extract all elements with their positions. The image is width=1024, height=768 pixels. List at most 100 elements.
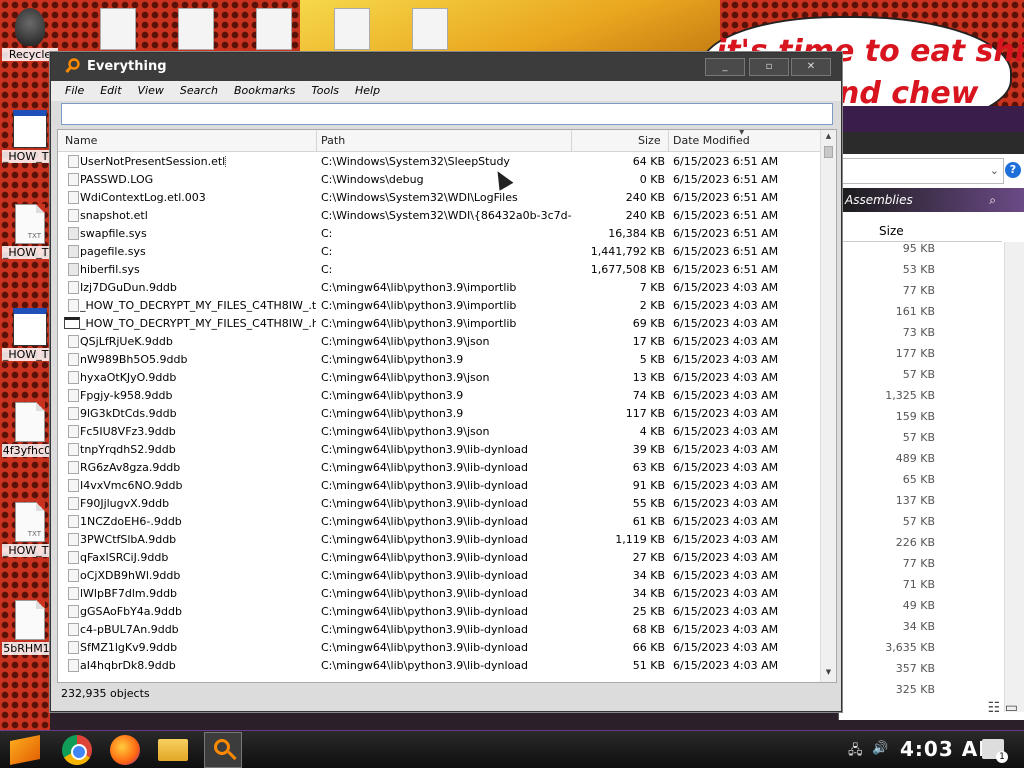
file-icon bbox=[68, 497, 79, 510]
table-row[interactable]: pagefile.sys C: 1,441,792 KB 6/15/2023 6:51… bbox=[58, 243, 820, 261]
table-row[interactable]: _HOW_TO_DECRYPT_MY_FILES_C4TH8IW_.hta C:\… bbox=[58, 315, 820, 333]
desktop-file-icon[interactable] bbox=[100, 8, 136, 50]
column-divider[interactable] bbox=[316, 130, 317, 152]
table-row[interactable]: WdiContextLog.etl.003 C:\Windows\System32… bbox=[58, 189, 820, 207]
table-row[interactable]: _HOW_TO_DECRYPT_MY_FILES_C4TH8IW_.txt C:\… bbox=[58, 297, 820, 315]
title-bar[interactable]: Everything _ ▫ ✕ bbox=[51, 53, 841, 81]
menu-help[interactable]: Help bbox=[347, 81, 388, 97]
view-toggle-icons[interactable]: ☷ ▭ bbox=[988, 700, 1018, 716]
text-file-icon: TXT bbox=[15, 204, 45, 244]
table-row[interactable]: 9lG3kDtCds.9ddb C:\mingw64\lib\python3.9 1… bbox=[58, 405, 820, 423]
table-row[interactable]: QSjLfRjUeK.9ddb C:\mingw64\lib\python3.9\… bbox=[58, 333, 820, 351]
table-row[interactable]: hiberfil.sys C: 1,677,508 KB 6/15/2023 6:51… bbox=[58, 261, 820, 279]
desktop-file-icon[interactable] bbox=[178, 8, 214, 50]
menu-search[interactable]: Search bbox=[172, 81, 226, 97]
table-row[interactable]: snapshot.etl C:\Windows\System32\WDI\{864… bbox=[58, 207, 820, 225]
menu-tools[interactable]: Tools bbox=[303, 81, 347, 97]
table-row[interactable]: 3PWCtfSlbA.9ddb C:\mingw64\lib\python3.9\… bbox=[58, 531, 820, 549]
volume-icon[interactable]: 🔊 bbox=[872, 741, 888, 756]
file-explorer-icon[interactable] bbox=[158, 739, 188, 761]
file-icon bbox=[68, 281, 79, 294]
cell-date-text: 6/15/2023 6:51 AM bbox=[673, 263, 779, 276]
column-divider[interactable] bbox=[668, 130, 669, 152]
menu-view[interactable]: View bbox=[130, 81, 172, 97]
table-row[interactable]: nW989Bh5O5.9ddb C:\mingw64\lib\python3.9 5… bbox=[58, 351, 820, 369]
maximize-button[interactable]: ▫ bbox=[749, 58, 789, 76]
cell-path: C:\mingw64\lib\python3.9\lib-dynload bbox=[321, 605, 571, 618]
table-row[interactable]: swapfile.sys C: 16,384 KB 6/15/2023 6:51 AM bbox=[58, 225, 820, 243]
cell-date-text: 6/15/2023 4:03 AM bbox=[673, 371, 779, 384]
cell-date: 6/15/2023 4:03 AM bbox=[673, 623, 813, 636]
table-row[interactable]: qFaxISRCiJ.9ddb C:\mingw64\lib\python3.9\… bbox=[58, 549, 820, 567]
firefox-icon[interactable] bbox=[110, 735, 140, 765]
desktop-file-icon[interactable] bbox=[256, 8, 292, 50]
column-divider[interactable] bbox=[571, 130, 572, 152]
cell-name: _HOW_TO_DECRYPT_MY_FILES_C4TH8IW_.txt bbox=[80, 299, 316, 312]
table-row[interactable]: 1NCZdoEH6-.9ddb C:\mingw64\lib\python3.9\… bbox=[58, 513, 820, 531]
table-row[interactable]: I4vxVmc6NO.9ddb C:\mingw64\lib\python3.9\… bbox=[58, 477, 820, 495]
menu-edit[interactable]: Edit bbox=[92, 81, 129, 97]
chevron-down-icon[interactable]: ⌄ bbox=[990, 164, 999, 177]
cell-name-text: SfMZ1lgKv9.9ddb bbox=[80, 641, 178, 654]
assemblies-tab[interactable]: Assemblies ⌕ bbox=[839, 188, 1024, 212]
everything-taskbar-button[interactable] bbox=[204, 732, 242, 768]
cell-date: 6/15/2023 4:03 AM bbox=[673, 569, 813, 582]
menu-file[interactable]: File bbox=[57, 81, 92, 97]
cell-date: 6/15/2023 4:03 AM bbox=[673, 371, 813, 384]
search-input[interactable] bbox=[61, 103, 833, 125]
address-bar[interactable]: ⌄ bbox=[839, 158, 1004, 184]
table-row[interactable]: SfMZ1lgKv9.9ddb C:\mingw64\lib\python3.9\… bbox=[58, 639, 820, 657]
minimize-button[interactable]: _ bbox=[705, 58, 745, 76]
background-explorer-window[interactable]: ⌄ ? Assemblies ⌕ Size 95 KB 53 KB 77 KB 161… bbox=[838, 132, 1024, 720]
everything-window[interactable]: Everything _ ▫ ✕ File Edit View Search Bookm… bbox=[50, 52, 842, 712]
table-row[interactable]: UserNotPresentSession.etl C:\Windows\Syst… bbox=[58, 153, 820, 171]
table-row[interactable]: F90JjlugvX.9ddb C:\mingw64\lib\python3.9\… bbox=[58, 495, 820, 513]
table-row[interactable]: RG6zAv8gza.9ddb C:\mingw64\lib\python3.9\… bbox=[58, 459, 820, 477]
hta-file-icon bbox=[13, 110, 47, 148]
cell-name: I4vxVmc6NO.9ddb bbox=[80, 479, 316, 492]
scrollbar[interactable] bbox=[1004, 242, 1024, 712]
table-row[interactable]: Fc5IU8VFz3.9ddb C:\mingw64\lib\python3.9\… bbox=[58, 423, 820, 441]
chrome-icon[interactable] bbox=[62, 735, 92, 765]
table-row[interactable]: Fpgjy-k958.9ddb C:\mingw64\lib\python3.9 7… bbox=[58, 387, 820, 405]
close-button[interactable]: ✕ bbox=[791, 58, 831, 76]
cell-path-text: C:\mingw64\lib\python3.9\importlib bbox=[321, 281, 517, 294]
column-header-size[interactable]: Size bbox=[638, 134, 661, 147]
table-row[interactable]: PASSWD.LOG C:\Windows\debug 0 KB 6/15/2023 … bbox=[58, 171, 820, 189]
cell-date: 6/15/2023 6:51 AM bbox=[673, 245, 813, 258]
table-row[interactable]: oCjXDB9hWl.9ddb C:\mingw64\lib\python3.9\… bbox=[58, 567, 820, 585]
menu-bookmarks[interactable]: Bookmarks bbox=[226, 81, 303, 97]
desktop-file-icon[interactable] bbox=[412, 8, 448, 50]
cell-name: hiberfil.sys bbox=[80, 263, 316, 276]
vertical-scrollbar[interactable]: ▲ ▼ bbox=[820, 130, 836, 682]
column-header-name[interactable]: Name bbox=[65, 134, 97, 147]
desktop-file-icon[interactable] bbox=[334, 8, 370, 50]
table-row[interactable]: lWlpBF7dlm.9ddb C:\mingw64\lib\python3.9\… bbox=[58, 585, 820, 603]
table-row[interactable]: tnpYrqdhS2.9ddb C:\mingw64\lib\python3.9\… bbox=[58, 441, 820, 459]
help-icon[interactable]: ? bbox=[1005, 162, 1021, 178]
cell-size: 39 KB bbox=[571, 443, 665, 456]
table-row[interactable]: hyxaOtKJyO.9ddb C:\mingw64\lib\python3.9\… bbox=[58, 369, 820, 387]
scroll-thumb[interactable] bbox=[824, 146, 833, 158]
size-value: 226 KB bbox=[895, 536, 935, 549]
search-icon[interactable]: ⌕ bbox=[989, 193, 996, 208]
cell-date: 6/15/2023 4:03 AM bbox=[673, 641, 813, 654]
cell-name: 3PWCtfSlbA.9ddb bbox=[80, 533, 316, 546]
cell-name-text: lWlpBF7dlm.9ddb bbox=[80, 587, 178, 600]
network-icon[interactable]: 🖧 bbox=[848, 741, 863, 763]
start-button[interactable] bbox=[10, 735, 40, 765]
cell-date: 6/15/2023 6:51 AM bbox=[673, 191, 813, 204]
results-list[interactable]: Name Path Size Date Modified ▼ UserNotPr… bbox=[57, 129, 837, 683]
table-row[interactable]: c4-pBUL7An.9ddb C:\mingw64\lib\python3.9\… bbox=[58, 621, 820, 639]
column-header-path[interactable]: Path bbox=[321, 134, 345, 147]
table-row[interactable]: aI4hqbrDk8.9ddb C:\mingw64\lib\python3.9\… bbox=[58, 657, 820, 675]
scroll-down-icon[interactable]: ▼ bbox=[823, 668, 834, 680]
table-row[interactable]: gGSAoFbY4a.9ddb C:\mingw64\lib\python3.9\… bbox=[58, 603, 820, 621]
notification-icon[interactable]: 1 bbox=[982, 739, 1008, 763]
size-value: 95 KB bbox=[902, 242, 935, 255]
scroll-up-icon[interactable]: ▲ bbox=[823, 132, 834, 144]
cell-date: 6/15/2023 4:03 AM bbox=[673, 479, 813, 492]
cell-path: C:\mingw64\lib\python3.9\json bbox=[321, 425, 571, 438]
table-row[interactable]: Izj7DGuDun.9ddb C:\mingw64\lib\python3.9\… bbox=[58, 279, 820, 297]
cell-size: 13 KB bbox=[571, 371, 665, 384]
